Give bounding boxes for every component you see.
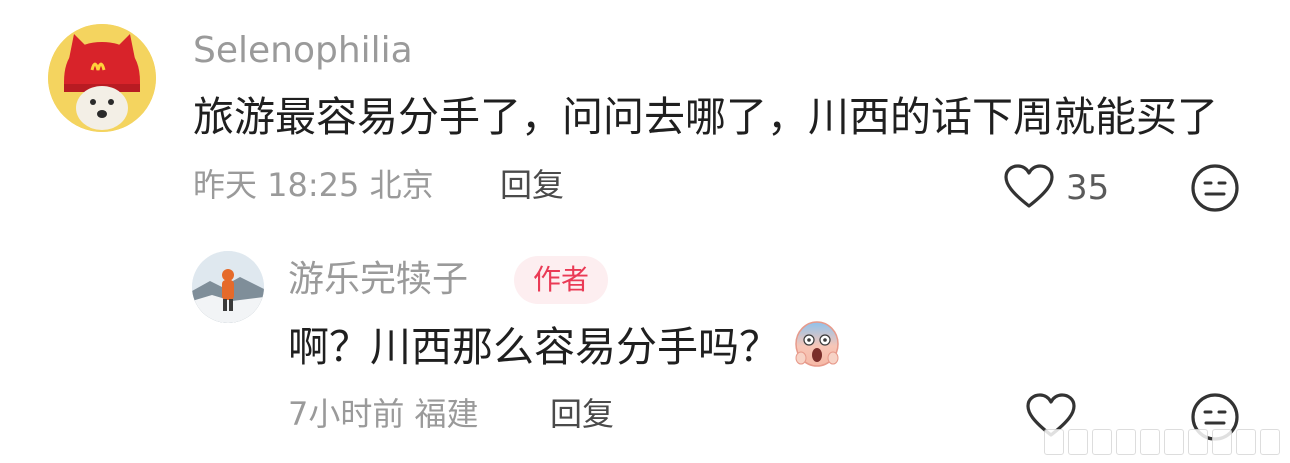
comment-username[interactable]: Selenophilia bbox=[193, 31, 413, 71]
watermark-glyph bbox=[1116, 429, 1136, 455]
watermark-glyph bbox=[1188, 429, 1208, 455]
like-button[interactable] bbox=[1003, 163, 1055, 211]
like-count: 35 bbox=[1066, 168, 1110, 208]
watermark-glyph bbox=[1260, 429, 1280, 455]
comment-text: 旅游最容易分手了，问问去哪了，川西的话下周就能买了 bbox=[193, 93, 1218, 141]
neutral-face-icon bbox=[1191, 164, 1239, 212]
watermark-glyph bbox=[1164, 429, 1184, 455]
watermark bbox=[1044, 427, 1280, 457]
hiker-avatar-icon bbox=[192, 251, 264, 323]
watermark-glyph bbox=[1236, 429, 1256, 455]
scream-emoji-icon bbox=[793, 318, 841, 368]
watermark-glyph bbox=[1212, 429, 1232, 455]
dog-helmet-avatar-icon bbox=[48, 24, 156, 132]
comment-location: 北京 bbox=[369, 166, 434, 204]
watermark-glyph bbox=[1044, 429, 1064, 455]
comment-thread: Selenophilia 旅游最容易分手了，问问去哪了，川西的话下周就能买了 昨… bbox=[0, 0, 1290, 463]
avatar[interactable] bbox=[48, 24, 156, 132]
author-badge: 作者 bbox=[514, 256, 608, 304]
reply-username[interactable]: 游乐完犊子 bbox=[288, 260, 468, 300]
watermark-glyph bbox=[1092, 429, 1112, 455]
reply-reply-button[interactable]: 回复 bbox=[550, 396, 614, 432]
heart-icon bbox=[1004, 164, 1054, 208]
watermark-glyph bbox=[1068, 429, 1088, 455]
reply-time: 7小时前 bbox=[288, 395, 405, 433]
reply-button[interactable]: 回复 bbox=[500, 167, 564, 203]
dislike-button[interactable] bbox=[1190, 163, 1240, 213]
reply-avatar[interactable] bbox=[192, 251, 264, 323]
watermark-glyph bbox=[1140, 429, 1160, 455]
reply-location: 福建 bbox=[414, 395, 479, 433]
reply-text: 啊？川西那么容易分手吗？ bbox=[288, 323, 780, 371]
comment-time: 昨天 18:25 bbox=[193, 166, 360, 204]
